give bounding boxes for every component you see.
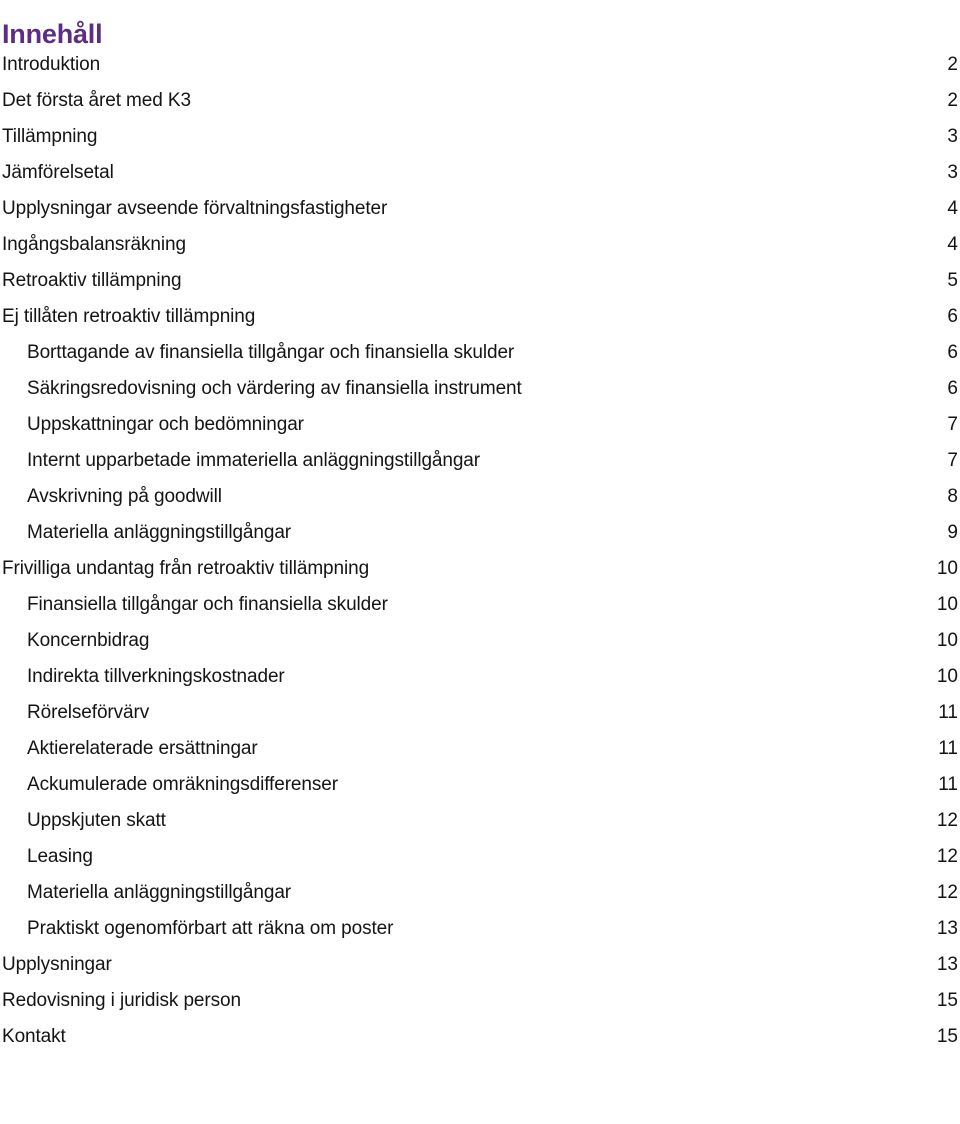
toc-entry-label: Leasing — [27, 846, 93, 867]
page-title: Innehåll — [2, 19, 103, 50]
toc-entry-page-number: 15 — [936, 1026, 958, 1047]
toc-entry-label: Materiella anläggningstillgångar — [27, 522, 292, 543]
toc-entry-label: Frivilliga undantag från retroaktiv till… — [2, 558, 370, 579]
toc-entry[interactable]: Koncernbidrag 10 — [0, 623, 960, 659]
toc-entry[interactable]: Uppskjuten skatt 12 — [0, 803, 960, 839]
toc-entry[interactable]: Praktiskt ogenomförbart att räkna om pos… — [0, 911, 960, 947]
toc-entry[interactable]: Upplysningar avseende förvaltningsfastig… — [0, 191, 960, 227]
toc-entry-label: Ackumulerade omräkningsdifferenser — [27, 774, 338, 795]
toc-entry-page-number: 11 — [938, 774, 958, 795]
toc-entry-label: Tillämpning — [2, 126, 98, 147]
toc-entry-label: Indirekta tillverkningskostnader — [27, 666, 285, 687]
toc-entry-label: Säkringsredovisning och värdering av fin… — [27, 378, 522, 399]
toc-entry-page-number: 3 — [947, 162, 958, 183]
toc-entry-page-number: 13 — [936, 918, 958, 939]
toc-entry-page-number: 11 — [938, 702, 958, 723]
toc-entry-page-number: 12 — [936, 882, 958, 903]
toc-entry[interactable]: Avskrivning på goodwill 8 — [0, 479, 960, 515]
document-page: Innehåll Introduktion 2 Det första året me… — [0, 0, 960, 1124]
toc-entry[interactable]: Materiella anläggningstillgångar 12 — [0, 875, 960, 911]
toc-entry-label: Introduktion — [2, 54, 101, 75]
toc-entry[interactable]: Rörelseförvärv 11 — [0, 695, 960, 731]
toc-entry[interactable]: Jämförelsetal 3 — [0, 155, 960, 191]
toc-entry-label: Avskrivning på goodwill — [27, 486, 222, 507]
toc-entry-label: Materiella anläggningstillgångar — [27, 882, 292, 903]
toc-entry-label: Koncernbidrag — [27, 630, 150, 651]
toc-entry[interactable]: Redovisning i juridisk person 15 — [0, 983, 960, 1019]
table-of-contents: Introduktion 2 Det första året med K3 2 Till… — [0, 47, 960, 1055]
toc-entry-page-number: 12 — [936, 810, 958, 831]
toc-entry-label: Kontakt — [2, 1026, 66, 1047]
toc-entry[interactable]: Internt upparbetade immateriella anläggn… — [0, 443, 960, 479]
toc-entry-page-number: 8 — [947, 486, 958, 507]
toc-entry[interactable]: Indirekta tillverkningskostnader 10 — [0, 659, 960, 695]
toc-entry-page-number: 10 — [936, 630, 958, 651]
toc-entry-page-number: 9 — [947, 522, 958, 543]
toc-entry-page-number: 6 — [947, 306, 958, 327]
toc-entry-page-number: 13 — [936, 954, 958, 975]
toc-entry[interactable]: Frivilliga undantag från retroaktiv till… — [0, 551, 960, 587]
toc-entry[interactable]: Det första året med K3 2 — [0, 83, 960, 119]
toc-entry[interactable]: Finansiella tillgångar och finansiella s… — [0, 587, 960, 623]
toc-entry-label: Borttagande av finansiella tillgångar oc… — [27, 342, 515, 363]
toc-entry-page-number: 10 — [936, 594, 958, 615]
toc-entry-label: Praktiskt ogenomförbart att räkna om pos… — [27, 918, 394, 939]
toc-entry-page-number: 4 — [947, 234, 958, 255]
toc-entry-label: Uppskattningar och bedömningar — [27, 414, 304, 435]
toc-entry-label: Ingångsbalansräkning — [2, 234, 186, 255]
toc-entry-page-number: 3 — [947, 126, 958, 147]
toc-entry-page-number: 6 — [947, 378, 958, 399]
toc-entry[interactable]: Uppskattningar och bedömningar 7 — [0, 407, 960, 443]
toc-entry-page-number: 11 — [938, 738, 958, 759]
toc-entry-label: Uppskjuten skatt — [27, 810, 166, 831]
toc-entry[interactable]: Materiella anläggningstillgångar 9 — [0, 515, 960, 551]
toc-entry-page-number: 7 — [947, 414, 958, 435]
toc-entry-page-number: 2 — [947, 54, 958, 75]
toc-entry[interactable]: Aktierelaterade ersättningar 11 — [0, 731, 960, 767]
toc-entry[interactable]: Kontakt 15 — [0, 1019, 960, 1055]
toc-entry[interactable]: Säkringsredovisning och värdering av fin… — [0, 371, 960, 407]
toc-entry-label: Rörelseförvärv — [27, 702, 150, 723]
toc-entry-page-number: 12 — [936, 846, 958, 867]
toc-entry-label: Aktierelaterade ersättningar — [27, 738, 258, 759]
toc-entry-page-number: 4 — [947, 198, 958, 219]
toc-entry[interactable]: Borttagande av finansiella tillgångar oc… — [0, 335, 960, 371]
toc-entry[interactable]: Ingångsbalansräkning 4 — [0, 227, 960, 263]
toc-entry[interactable]: Introduktion 2 — [0, 47, 960, 83]
toc-entry-page-number: 2 — [947, 90, 958, 111]
toc-entry-label: Internt upparbetade immateriella anläggn… — [27, 450, 481, 471]
toc-entry-page-number: 15 — [936, 990, 958, 1011]
toc-entry-label: Redovisning i juridisk person — [2, 990, 241, 1011]
toc-entry-page-number: 5 — [947, 270, 958, 291]
toc-entry[interactable]: Ackumulerade omräkningsdifferenser 11 — [0, 767, 960, 803]
toc-entry[interactable]: Tillämpning 3 — [0, 119, 960, 155]
toc-entry-page-number: 10 — [936, 666, 958, 687]
toc-entry-label: Jämförelsetal — [2, 162, 114, 183]
toc-entry[interactable]: Leasing 12 — [0, 839, 960, 875]
toc-entry[interactable]: Upplysningar 13 — [0, 947, 960, 983]
toc-entry-label: Ej tillåten retroaktiv tillämpning — [2, 306, 256, 327]
toc-entry-label: Retroaktiv tillämpning — [2, 270, 182, 291]
toc-entry-label: Upplysningar avseende förvaltningsfastig… — [2, 198, 388, 219]
toc-entry-page-number: 7 — [947, 450, 958, 471]
toc-entry-page-number: 6 — [947, 342, 958, 363]
toc-entry-label: Upplysningar — [2, 954, 112, 975]
toc-entry-label: Finansiella tillgångar och finansiella s… — [27, 594, 388, 615]
toc-entry-page-number: 10 — [936, 558, 958, 579]
toc-entry[interactable]: Ej tillåten retroaktiv tillämpning 6 — [0, 299, 960, 335]
toc-entry[interactable]: Retroaktiv tillämpning 5 — [0, 263, 960, 299]
toc-entry-label: Det första året med K3 — [2, 90, 191, 111]
